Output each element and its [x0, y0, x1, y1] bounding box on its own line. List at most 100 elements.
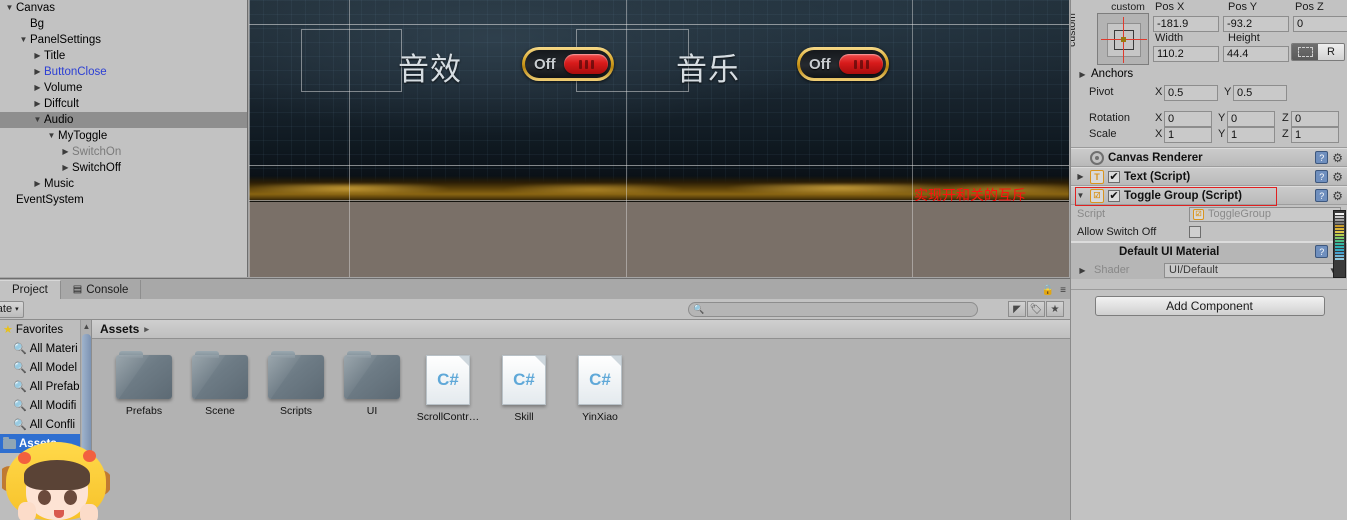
scale-z-axis-label: Z [1282, 128, 1289, 140]
chevron-right-icon[interactable]: ▶ [32, 48, 43, 64]
chevron-right-icon[interactable]: ▶ [60, 144, 71, 160]
label-filter-icon[interactable]: 🏷 [1027, 301, 1045, 317]
asset-item[interactable]: C# ScrollContr… [410, 355, 486, 423]
search-input[interactable] [688, 302, 978, 317]
project-tree-item-favorites[interactable]: ★ Favorites [0, 320, 91, 339]
rotation-z-input[interactable]: 0 [1291, 111, 1339, 127]
hierarchy-item-title[interactable]: ▶ Title [0, 48, 247, 64]
hierarchy-item-mytoggle[interactable]: ▼ MyToggle [0, 128, 247, 144]
scale-y-input[interactable]: 1 [1227, 127, 1275, 143]
hierarchy-item-volume[interactable]: ▶ Volume [0, 80, 247, 96]
gear-icon[interactable]: ⚙ [1332, 152, 1343, 164]
project-tree-item-all-model[interactable]: 🔍 All Model [0, 358, 91, 377]
hierarchy-item-switchon[interactable]: ▶ SwitchOn [0, 144, 247, 160]
chevron-right-icon[interactable]: ▶ [1077, 266, 1088, 275]
hierarchy-item-buttonclose[interactable]: ▶ ButtonClose [0, 64, 247, 80]
search-icon: 🔍 [13, 400, 27, 412]
help-icon[interactable]: ? [1315, 189, 1329, 202]
scrollbar-thumb[interactable] [82, 334, 91, 474]
chevron-right-icon[interactable]: ▶ [32, 176, 43, 192]
hierarchy-item-panelsettings[interactable]: ▼ PanelSettings [0, 32, 247, 48]
help-icon[interactable]: ? [1315, 170, 1329, 183]
width-input[interactable]: 110.2 [1153, 46, 1219, 62]
pos-x-input[interactable]: -181.9 [1153, 16, 1219, 32]
chevron-down-icon[interactable]: ▼ [46, 128, 57, 144]
color-spectrum-slider[interactable] [1333, 210, 1346, 278]
tab-console[interactable]: ▤ Console [60, 280, 142, 299]
component-header-toggle-group-script[interactable]: ▼ ☑ ✔ Toggle Group (Script) ? ⚙ [1071, 186, 1347, 206]
chevron-down-icon[interactable]: ▼ [4, 0, 15, 16]
scene-view[interactable]: 音效 音乐 Off Off 实现开和关的互斥 [249, 0, 1069, 277]
asset-item[interactable]: C# YinXiao [562, 355, 638, 423]
chevron-right-icon[interactable]: ▶ [32, 96, 43, 112]
rotation-x-input[interactable]: 0 [1164, 111, 1212, 127]
pos-y-input[interactable]: -93.2 [1223, 16, 1289, 32]
chevron-right-icon[interactable]: ▶ [60, 160, 71, 176]
asset-name-label: YinXiao [582, 411, 618, 423]
shader-dropdown[interactable]: UI/Default ▾ [1164, 262, 1341, 278]
project-tree-item-all-confli[interactable]: 🔍 All Confli [0, 415, 91, 434]
asset-item[interactable]: Scene [182, 351, 258, 423]
gear-icon[interactable]: ⚙ [1332, 190, 1343, 202]
hierarchy-item-switchoff[interactable]: ▶ SwitchOff [0, 160, 247, 176]
chevron-right-icon[interactable]: ▶ [1075, 172, 1086, 181]
blueprint-mode-button[interactable] [1292, 44, 1318, 60]
scale-x-input[interactable]: 1 [1164, 127, 1212, 143]
component-title-toggle-group-script: Toggle Group (Script) [1124, 189, 1242, 202]
gear-icon[interactable]: ⚙ [1332, 171, 1343, 183]
anchors-foldout[interactable]: ▶ Anchors [1077, 68, 1133, 80]
project-tree-item-all-materi[interactable]: 🔍 All Materi [0, 339, 91, 358]
height-input[interactable]: 44.4 [1223, 46, 1289, 62]
chevron-right-icon[interactable]: ▶ [32, 64, 43, 80]
chevron-right-icon[interactable]: ▶ [32, 80, 43, 96]
hierarchy-item-bg[interactable]: ▶Bg [0, 16, 247, 32]
add-component-button[interactable]: Add Component [1094, 296, 1325, 316]
script-object-field[interactable]: ☑ ToggleGroup [1189, 206, 1341, 222]
asset-item[interactable]: UI [334, 351, 410, 423]
scale-z-input[interactable]: 1 [1291, 127, 1339, 143]
scroll-down-icon[interactable]: ▼ [82, 509, 91, 518]
text-script-enabled-checkbox[interactable]: ✔ [1108, 170, 1120, 183]
chevron-down-icon[interactable]: ▼ [1075, 191, 1086, 200]
create-button[interactable]: reate ▾ [0, 300, 24, 318]
hierarchy-item-music[interactable]: ▶ Music [0, 176, 247, 192]
panel-menu-icon[interactable]: ≡ [1060, 285, 1066, 296]
raw-edit-mode-button[interactable]: R [1318, 44, 1344, 60]
blueprint-raw-toggle-group[interactable]: R [1291, 43, 1345, 61]
hierarchy-item-audio[interactable]: ▼ Audio [0, 112, 247, 128]
hierarchy-item-eventsystem[interactable]: ▶EventSystem [0, 192, 247, 208]
help-icon[interactable]: ? [1315, 245, 1329, 258]
lock-icon[interactable]: 🔒 [1042, 285, 1054, 296]
scene-floor [249, 202, 1069, 277]
material-header[interactable]: Default UI Material ? ⚙ [1071, 242, 1347, 261]
scene-toggle-sound-effect[interactable]: Off [522, 47, 614, 81]
hierarchy-item-canvas[interactable]: ▼ Canvas [0, 0, 247, 16]
type-filter-icon[interactable]: ◤ [1008, 301, 1026, 317]
rotation-y-input[interactable]: 0 [1227, 111, 1275, 127]
allow-switch-off-checkbox[interactable] [1189, 226, 1201, 238]
anchor-preset-widget[interactable] [1097, 13, 1149, 65]
toggle-group-enabled-checkbox[interactable]: ✔ [1108, 189, 1120, 202]
asset-item[interactable]: Prefabs [106, 351, 182, 423]
breadcrumb-assets-label[interactable]: Assets [100, 322, 139, 336]
hierarchy-item-diffcult[interactable]: ▶ Diffcult [0, 96, 247, 112]
chevron-down-icon[interactable]: ▼ [18, 32, 29, 48]
component-header-canvas-renderer[interactable]: ▶ Canvas Renderer ? ⚙ [1071, 148, 1347, 167]
pivot-y-input[interactable]: 0.5 [1233, 85, 1287, 101]
component-header-text-script[interactable]: ▶ T ✔ Text (Script) ? ⚙ [1071, 167, 1347, 186]
project-tree-scrollbar[interactable]: ▲ ▼ [80, 320, 91, 520]
help-icon[interactable]: ? [1315, 151, 1329, 164]
pos-z-input[interactable]: 0 [1293, 16, 1347, 32]
chevron-down-icon[interactable]: ▼ [32, 112, 43, 128]
favorite-star-icon[interactable]: ★ [1046, 301, 1064, 317]
project-tree-item-assets[interactable]: Assets [0, 434, 91, 453]
asset-item[interactable]: C# Skill [486, 355, 562, 423]
project-tree-item-label: All Prefab [29, 380, 80, 393]
project-tree-item-all-modifi[interactable]: 🔍 All Modifi [0, 396, 91, 415]
scene-toggle-music[interactable]: Off [797, 47, 889, 81]
tab-project[interactable]: Project [0, 280, 61, 299]
asset-item[interactable]: Scripts [258, 351, 334, 423]
pivot-x-input[interactable]: 0.5 [1164, 85, 1218, 101]
scroll-up-icon[interactable]: ▲ [82, 322, 91, 331]
project-tree-item-all-prefab[interactable]: 🔍 All Prefab [0, 377, 91, 396]
